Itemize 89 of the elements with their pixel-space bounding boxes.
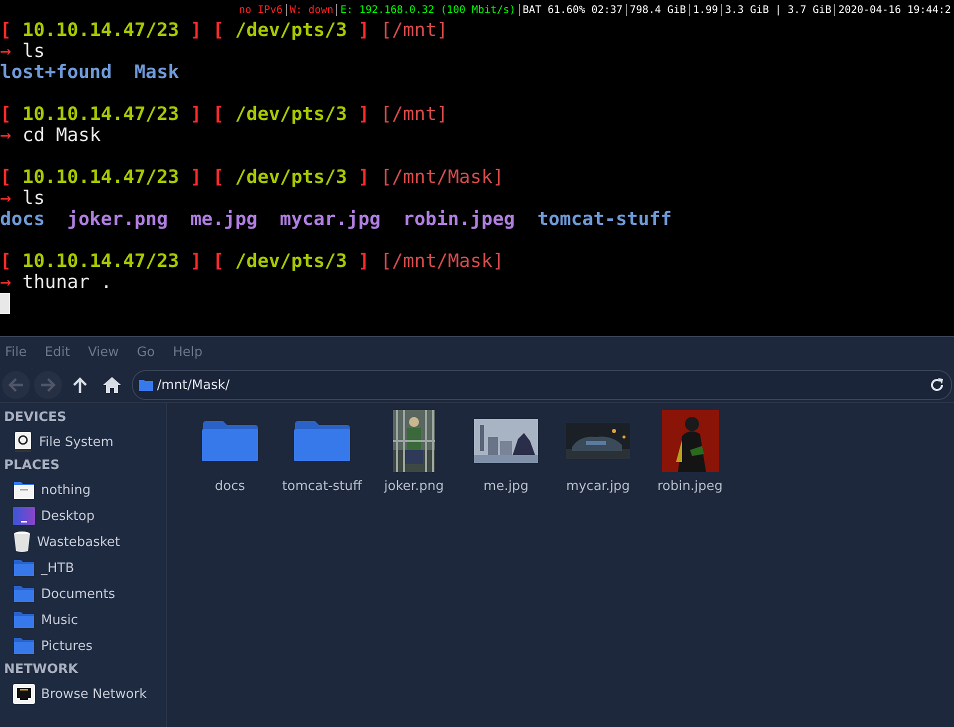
directory-name: docs — [0, 209, 45, 230]
prompt-text: [/mnt/Mask] — [380, 251, 504, 272]
status-text: 1.99 — [689, 4, 722, 16]
trash-icon — [13, 531, 31, 553]
prompt-text: [ — [212, 20, 224, 41]
prompt-text: /dev/pts/3 — [234, 104, 348, 125]
folder-icon — [13, 480, 35, 500]
folder-icon — [201, 420, 259, 462]
folder-icon — [13, 559, 35, 577]
prompt-text: ] — [190, 104, 203, 125]
sidebar-item[interactable]: Wastebasket — [0, 529, 166, 555]
prompt-text: 10.10.14.47/23 — [21, 167, 180, 188]
prompt-text: ] — [358, 167, 370, 188]
prompt-text: ] — [190, 20, 203, 41]
folder-icon — [13, 585, 35, 603]
prompt-text: ] — [190, 167, 203, 188]
drive-icon — [13, 431, 33, 453]
prompt-text: [ — [212, 167, 224, 188]
sidebar-item[interactable]: Browse Network — [0, 681, 166, 707]
file-name: me.jpg — [190, 209, 258, 230]
prompt-text: [ — [212, 251, 224, 272]
sidebar-item[interactable]: _HTB — [0, 555, 166, 581]
file-name[interactable]: docs — [214, 479, 246, 494]
status-text: no IPv6 — [238, 4, 284, 16]
sidebar-item[interactable]: File System — [0, 429, 166, 455]
forward-arrow-icon — [39, 376, 57, 394]
prompt-arrow: → — [0, 188, 12, 209]
terminal-cursor — [0, 293, 10, 314]
directory-name: tomcat-stuff — [537, 209, 672, 230]
directory-name: lost+found — [0, 62, 112, 83]
prompt-text: 10.10.14.47/23 — [21, 251, 180, 272]
reload-icon[interactable] — [929, 377, 945, 393]
section-title: PLACES — [3, 457, 61, 475]
status-text: 2020-04-16 19:44:2 — [834, 4, 954, 16]
prompt-text: [/mnt] — [380, 104, 448, 125]
prompt-arrow: → — [0, 125, 12, 146]
sidebar-item[interactable]: Desktop — [0, 503, 166, 529]
prompt-text: ] — [358, 20, 370, 41]
prompt-text: [ — [0, 251, 12, 272]
folder-icon — [13, 611, 35, 629]
command-text: cd Mask — [22, 125, 101, 146]
prompt-text: ] — [358, 251, 370, 272]
status-text: 798.4 GiB — [626, 4, 689, 16]
file-name: robin.jpeg — [403, 209, 515, 230]
command-text: thunar . — [22, 272, 112, 293]
file-name[interactable]: robin.jpeg — [657, 479, 723, 494]
folder-icon — [293, 420, 351, 462]
status-text: W: down — [286, 4, 336, 16]
directory-name: Mask — [134, 62, 180, 83]
prompt-text: [ — [0, 20, 12, 41]
prompt-arrow: → — [0, 41, 12, 62]
prompt-text: ] — [358, 104, 370, 125]
prompt-arrow: → — [0, 272, 12, 293]
file-name[interactable]: mycar.jpg — [566, 479, 630, 494]
prompt-text: ] — [190, 251, 203, 272]
folder-icon — [139, 379, 153, 391]
location-field[interactable]: /mnt/Mask/ — [132, 370, 952, 400]
prompt-text: 10.10.14.47/23 — [21, 20, 180, 41]
network-port-icon — [13, 684, 35, 704]
prompt-text: [ — [0, 167, 12, 188]
folder-icon — [13, 637, 35, 655]
back-arrow-icon — [7, 376, 25, 394]
section-title: NETWORK — [3, 661, 80, 679]
file-name[interactable]: tomcat-stuff — [282, 479, 362, 494]
status-text: E: 192.168.0.32 (100 Mbit/s) — [336, 4, 519, 16]
sidebar-item[interactable]: Documents — [0, 581, 166, 607]
sidebar-item[interactable]: Music — [0, 607, 166, 633]
prompt-text: /dev/pts/3 — [234, 167, 348, 188]
prompt-text: 10.10.14.47/23 — [21, 104, 180, 125]
file-name: mycar.jpg — [280, 209, 381, 230]
status-text: 3.3 GiB | 3.7 GiB — [721, 4, 834, 16]
prompt-text: [/mnt/Mask] — [380, 167, 504, 188]
section-title: DEVICES — [3, 409, 68, 427]
prompt-text: [/mnt] — [380, 20, 448, 41]
sidebar-item[interactable]: nothing — [0, 477, 166, 503]
prompt-text: /dev/pts/3 — [234, 20, 348, 41]
command-text: ls — [22, 188, 45, 209]
file-name: joker.png — [67, 209, 168, 230]
prompt-text: [ — [212, 104, 224, 125]
desktop-icon — [13, 507, 35, 525]
file-name[interactable]: joker.png — [384, 479, 444, 494]
sidebar-item[interactable]: Pictures — [0, 633, 166, 659]
command-text: ls — [22, 41, 45, 62]
home-icon — [102, 376, 122, 394]
up-arrow-icon — [71, 376, 89, 394]
file-name[interactable]: me.jpg — [484, 479, 528, 494]
prompt-text: [ — [0, 104, 12, 125]
status-text: BAT 61.60% 02:37 — [518, 4, 626, 16]
prompt-text: /dev/pts/3 — [234, 251, 348, 272]
